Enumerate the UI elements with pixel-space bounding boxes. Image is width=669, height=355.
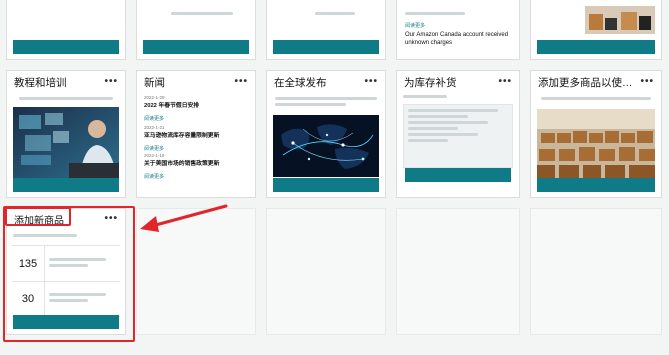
restock-card: 为库存补货 ••• (396, 70, 520, 198)
add-more-title: 添加更多商品以使用亚... (538, 76, 641, 89)
empty-slot (396, 208, 520, 335)
news-item: 2022-1-29 2022 年春节假日安排 阅读更多 (144, 95, 249, 125)
education-title: 教程和培训 (14, 76, 67, 89)
top-card-3 (266, 0, 386, 60)
top-card-2 (136, 0, 256, 60)
news-read-more[interactable]: 阅读更多 (144, 173, 249, 180)
global-button[interactable] (273, 178, 379, 192)
top-card-1 (6, 0, 126, 60)
restock-preview (403, 95, 513, 168)
annotation-arrow-icon (140, 204, 228, 232)
top-card-5-image (585, 6, 655, 34)
more-options-icon[interactable]: ••• (640, 77, 654, 87)
top-card-4-headline[interactable]: Our Amazon Canada account received unkno… (405, 31, 511, 47)
education-image (13, 107, 119, 181)
world-map-image (273, 115, 379, 177)
education-card: 教程和培训 ••• (6, 70, 126, 198)
news-headline[interactable]: 关于美国市场的销售政策更新 (144, 158, 249, 167)
education-desc (13, 97, 119, 100)
add-more-card: 添加更多商品以使用亚... ••• (530, 70, 662, 198)
more-options-icon[interactable]: ••• (234, 77, 248, 87)
global-desc (275, 97, 377, 109)
restock-button[interactable] (405, 168, 511, 182)
top-card-4-blur (405, 12, 465, 18)
top-card-2-snippet (171, 12, 233, 18)
more-options-icon[interactable]: ••• (104, 77, 118, 87)
add-more-button[interactable] (537, 178, 655, 192)
top-card-4-read-more[interactable]: 阅读更多 (405, 22, 425, 29)
news-item: 2022-1-21 亚马逊物流库存容量限制更新 阅读更多 (144, 125, 249, 153)
empty-slot (530, 208, 662, 335)
global-title: 在全球发布 (274, 76, 327, 89)
add-more-desc (541, 97, 651, 103)
news-title: 新闻 (144, 76, 165, 89)
restock-title: 为库存补货 (404, 76, 457, 89)
empty-slot (266, 208, 386, 335)
news-headline[interactable]: 2022 年春节假日安排 (144, 100, 249, 109)
top-card-3-snippet (315, 12, 355, 18)
global-card: 在全球发布 ••• (266, 70, 386, 198)
top-card-5-button[interactable] (537, 40, 655, 54)
news-read-more[interactable]: 阅读更多 (144, 145, 249, 152)
more-options-icon[interactable]: ••• (498, 77, 512, 87)
warehouse-image (537, 109, 655, 181)
more-options-icon[interactable]: ••• (364, 77, 378, 87)
news-read-more[interactable]: 阅读更多 (144, 115, 249, 122)
top-card-3-button[interactable] (273, 40, 379, 54)
top-card-1-button[interactable] (13, 40, 119, 54)
top-card-4: 阅读更多 Our Amazon Canada account received … (396, 0, 520, 60)
top-card-2-button[interactable] (143, 40, 249, 54)
news-item: 2022-1-19 关于美国市场的销售政策更新 阅读更多 (144, 153, 249, 181)
highlight-title-box (5, 207, 71, 226)
news-headline[interactable]: 亚马逊物流库存容量限制更新 (144, 130, 249, 139)
highlight-outer-box (3, 206, 135, 342)
top-card-5 (530, 0, 662, 60)
education-button[interactable] (13, 178, 119, 192)
news-card: 新闻 ••• 2022-1-29 2022 年春节假日安排 阅读更多 2022-… (136, 70, 256, 198)
